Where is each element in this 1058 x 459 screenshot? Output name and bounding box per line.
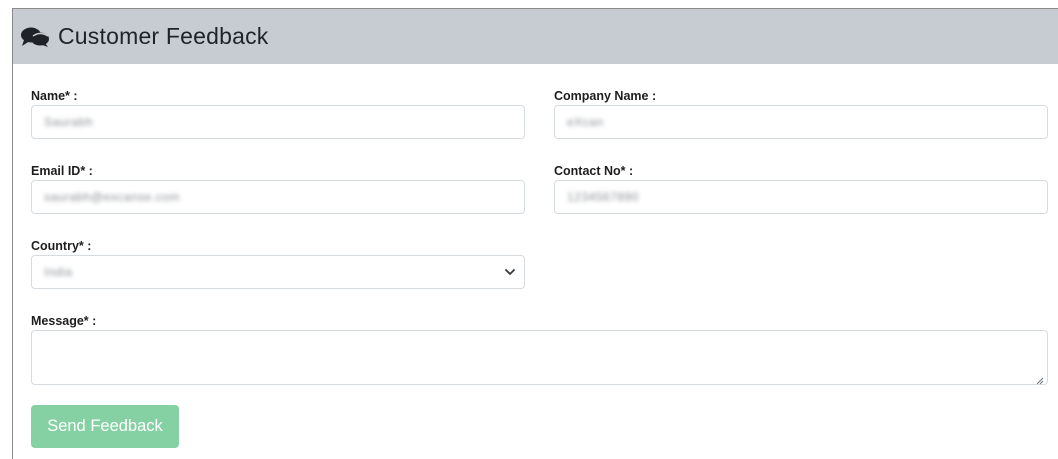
company-name-label: Company Name :: [554, 89, 657, 103]
comments-icon: [20, 26, 50, 48]
company-name-value: eXcan: [567, 115, 604, 129]
message-textarea[interactable]: [31, 330, 1048, 385]
contact-no-value: 1234567890: [567, 190, 639, 204]
name-input[interactable]: Saurabh: [31, 105, 525, 139]
contact-no-label: Contact No* :: [554, 164, 634, 178]
page-title: Customer Feedback: [58, 23, 269, 49]
country-label: Country* :: [31, 239, 92, 253]
contact-no-input[interactable]: 1234567890: [554, 180, 1048, 214]
company-name-input[interactable]: eXcan: [554, 105, 1048, 139]
panel-header: Customer Feedback: [13, 9, 1058, 64]
email-value: saurabh@excanse.com: [44, 190, 180, 204]
resize-handle-icon[interactable]: [1035, 372, 1044, 385]
name-value: Saurabh: [44, 115, 93, 129]
email-input[interactable]: saurabh@excanse.com: [31, 180, 525, 214]
feedback-panel: Customer Feedback Name* : Saurabh Compan…: [12, 8, 1058, 459]
message-label: Message* :: [31, 314, 97, 328]
name-label: Name* :: [31, 89, 78, 103]
send-feedback-button[interactable]: Send Feedback: [31, 405, 179, 448]
chevron-down-icon: [504, 266, 516, 278]
country-value: India: [44, 265, 73, 279]
email-label: Email ID* :: [31, 164, 93, 178]
country-select[interactable]: India: [31, 255, 525, 289]
